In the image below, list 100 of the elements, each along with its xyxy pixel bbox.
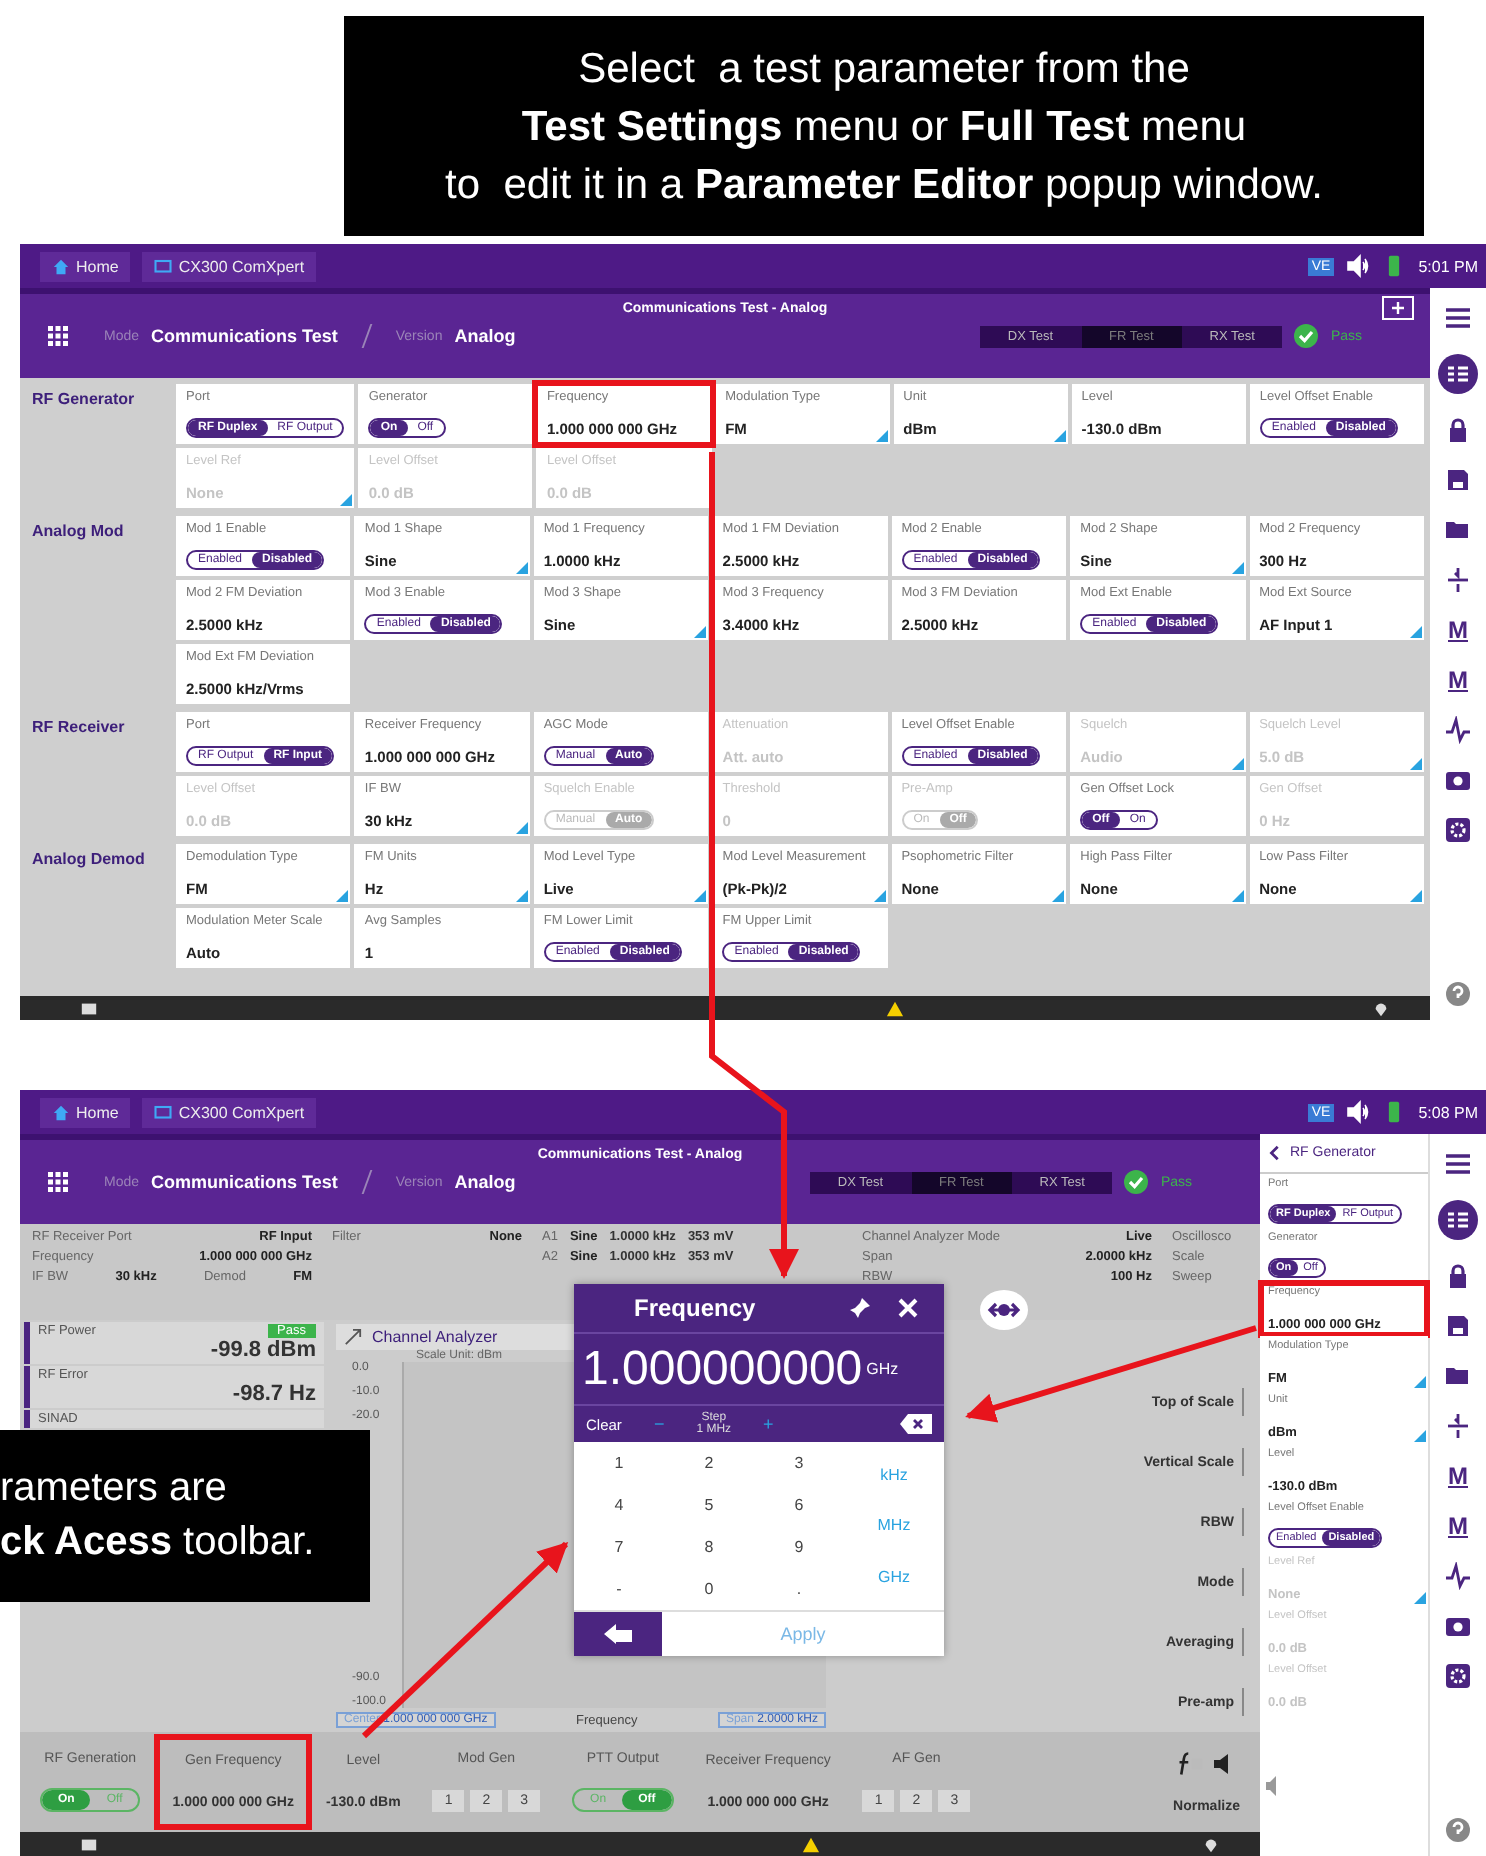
app-tab[interactable]: CX300 ComXpert xyxy=(142,251,317,281)
dropdown-corner-icon xyxy=(515,890,528,902)
dropdown-corner-icon xyxy=(1414,1592,1426,1604)
close-icon[interactable] xyxy=(896,1296,920,1320)
keyboard-icon[interactable] xyxy=(80,1835,98,1853)
lock-icon[interactable] xyxy=(1444,1262,1472,1290)
frequency-input[interactable]: 1.000000000 xyxy=(582,1344,863,1396)
home-tab[interactable]: Home xyxy=(40,251,131,281)
home-icon xyxy=(52,1103,70,1121)
dropdown-corner-icon xyxy=(1410,626,1422,638)
dropdown-corner-icon xyxy=(1231,890,1244,902)
keypad-key[interactable]: 8 xyxy=(664,1534,754,1560)
save-icon[interactable] xyxy=(1444,466,1472,494)
collapse-icon[interactable] xyxy=(344,1328,362,1346)
location-pin-icon[interactable] xyxy=(1372,999,1390,1017)
keypad-key[interactable]: 0 xyxy=(664,1576,754,1602)
dropdown-corner-icon xyxy=(515,822,528,834)
location-pin-icon[interactable] xyxy=(1202,1835,1220,1853)
backspace-icon[interactable] xyxy=(900,1414,932,1434)
grid-icon[interactable] xyxy=(48,326,68,346)
marker-button[interactable]: M xyxy=(1448,666,1468,694)
chevron-left-icon xyxy=(1266,1144,1284,1162)
help-icon[interactable] xyxy=(1444,1816,1472,1844)
dropdown-corner-icon xyxy=(515,562,528,574)
divide-icon[interactable] xyxy=(1444,566,1472,594)
back-arrow-button[interactable] xyxy=(574,1612,662,1656)
keypad-key[interactable]: 6 xyxy=(754,1492,844,1518)
check-circle-icon xyxy=(1294,324,1319,348)
keypad-key[interactable]: 7 xyxy=(574,1534,664,1560)
app-tab[interactable]: CX300 ComXpert xyxy=(142,1097,317,1127)
menu-icon[interactable] xyxy=(1444,304,1472,332)
knob-icon[interactable] xyxy=(980,1290,1028,1330)
camera-icon[interactable] xyxy=(1444,766,1472,794)
version-value: Analog xyxy=(454,1172,516,1192)
version-value: Analog xyxy=(454,326,516,346)
lock-icon[interactable] xyxy=(1444,416,1472,444)
home-tab[interactable]: Home xyxy=(40,1097,131,1127)
clock-time: 5:08 PM xyxy=(1418,1103,1478,1121)
add-icon[interactable] xyxy=(1382,296,1414,320)
section-title: RF Receiver xyxy=(32,716,127,740)
marker-button[interactable]: M xyxy=(1448,1462,1468,1490)
pin-icon[interactable] xyxy=(848,1296,872,1320)
popup-title: Frequency xyxy=(634,1294,756,1322)
marker-button[interactable]: M xyxy=(1448,1512,1468,1540)
list-view-icon[interactable] xyxy=(1438,354,1478,394)
dropdown-corner-icon xyxy=(694,890,707,902)
keypad-key[interactable]: 1 xyxy=(574,1450,664,1476)
mode-value: Communications Test xyxy=(151,1172,338,1192)
section-title: RF Generator xyxy=(32,388,137,412)
caption-text: to edit it in a Parameter Editor popup window. xyxy=(445,159,1323,211)
keypad-key[interactable]: 9 xyxy=(754,1534,844,1560)
dropdown-corner-icon xyxy=(1414,1376,1426,1388)
dropdown-corner-icon xyxy=(1414,1430,1426,1442)
section-title: Analog Mod xyxy=(32,520,126,544)
meter-value: -99.8 dBm xyxy=(210,1338,316,1362)
keypad-key[interactable]: 3 xyxy=(754,1450,844,1476)
pulse-icon[interactable] xyxy=(1444,1562,1472,1590)
caption-text: rameters are xyxy=(0,1464,229,1514)
keypad-key[interactable]: 5 xyxy=(664,1492,754,1518)
caption-text: Test Settings menu or Full Test menu xyxy=(521,101,1247,153)
step-up-button[interactable]: + xyxy=(743,1414,794,1434)
speaker-icon[interactable] xyxy=(1346,1100,1371,1124)
settings-icon[interactable] xyxy=(1444,1662,1472,1690)
caption-text: ck Acess toolbar. xyxy=(0,1518,317,1568)
keypad-key[interactable]: - xyxy=(574,1576,664,1602)
folder-icon[interactable] xyxy=(1444,516,1472,544)
speaker-icon[interactable] xyxy=(1346,254,1371,278)
menu-icon[interactable] xyxy=(1444,1150,1472,1178)
monitor-icon xyxy=(154,1103,173,1121)
step-down-button[interactable]: − xyxy=(633,1414,685,1434)
check-circle-icon xyxy=(1124,1170,1149,1194)
pulse-icon[interactable] xyxy=(1444,716,1472,744)
dropdown-corner-icon xyxy=(1410,890,1422,902)
settings-icon[interactable] xyxy=(1444,816,1472,844)
dropdown-corner-icon xyxy=(336,890,349,902)
divide-icon[interactable] xyxy=(1444,1412,1472,1440)
clock-time: 5:01 PM xyxy=(1418,257,1478,275)
dropdown-corner-icon xyxy=(875,430,888,442)
keypad-key[interactable]: 4 xyxy=(574,1492,664,1518)
list-view-icon[interactable] xyxy=(1438,1200,1478,1240)
camera-icon[interactable] xyxy=(1444,1612,1472,1640)
help-icon[interactable] xyxy=(1444,980,1472,1008)
dropdown-corner-icon xyxy=(694,626,707,638)
chart-title: Channel Analyzer xyxy=(372,1328,498,1346)
caption-text: Select a test parameter from the xyxy=(578,43,1190,95)
home-icon xyxy=(52,257,70,275)
keypad-key[interactable]: . xyxy=(754,1576,844,1602)
keyboard-icon[interactable] xyxy=(80,999,98,1017)
dropdown-corner-icon xyxy=(1410,758,1422,770)
keypad-key[interactable]: 2 xyxy=(664,1450,754,1476)
folder-icon[interactable] xyxy=(1444,1362,1472,1390)
marker-button[interactable]: M xyxy=(1448,616,1468,644)
unit-label: GHz xyxy=(866,1360,899,1378)
monitor-icon xyxy=(154,257,173,275)
dropdown-corner-icon xyxy=(1052,890,1065,902)
grid-icon[interactable] xyxy=(48,1172,68,1192)
dropdown-corner-icon xyxy=(340,494,353,506)
save-icon[interactable] xyxy=(1444,1312,1472,1340)
dropdown-corner-icon xyxy=(1231,758,1244,770)
dropdown-corner-icon xyxy=(873,890,886,902)
